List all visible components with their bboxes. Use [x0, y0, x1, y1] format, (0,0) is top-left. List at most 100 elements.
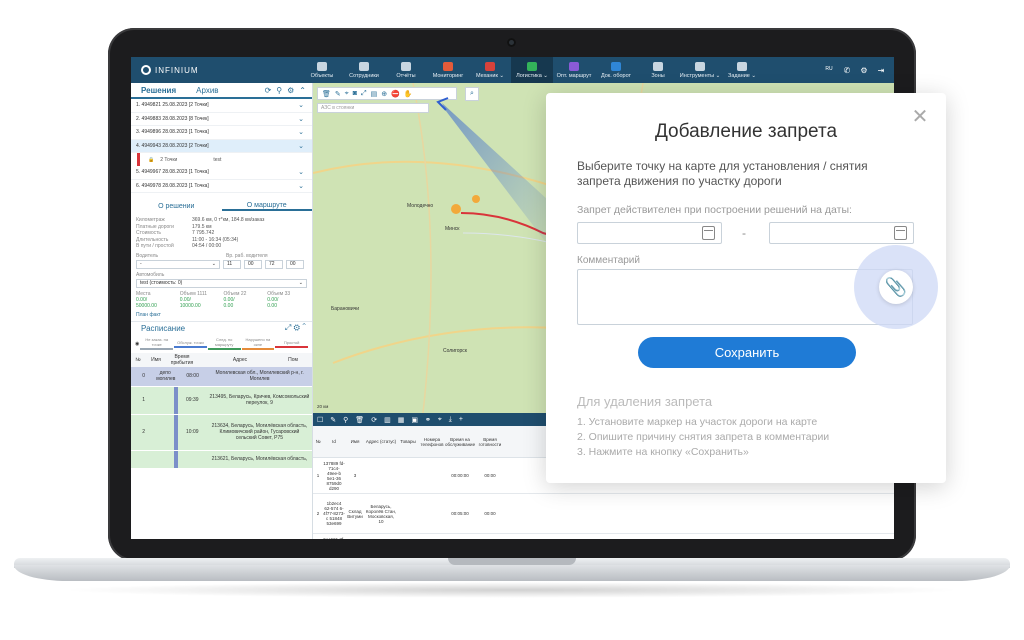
route-list-item[interactable]: 5. 4949967 28.08.2023 [1 Точка] ⌄ [131, 166, 312, 180]
subtab-solution[interactable]: О решении [131, 203, 222, 210]
route-list-item[interactable]: 3. 4949896 28.08.2023 [1 Точка] ⌄ [131, 126, 312, 140]
map-marker[interactable] [472, 195, 480, 203]
chevron-down-icon[interactable]: ⌄ [298, 168, 304, 176]
gear-icon[interactable]: ⚙ [287, 86, 294, 95]
logout-icon[interactable]: ⇥ [876, 66, 886, 75]
eye-icon[interactable]: ◉ [135, 341, 139, 347]
link-icon[interactable]: ⚭ [425, 416, 431, 424]
map-layer-select[interactable]: АЗС в стоянки [317, 103, 429, 113]
driver-select[interactable]: - ⌄ [136, 259, 220, 269]
table-row[interactable]: 0 депо могилев 08:00 Могилевская обл., Моги… [131, 366, 312, 387]
calendar-icon[interactable] [894, 226, 907, 240]
refresh-icon[interactable]: ⟳ [371, 416, 377, 424]
attach-file-button[interactable]: 📎 [879, 270, 913, 304]
work-minutes-start[interactable]: 00 [244, 259, 262, 269]
grid-header-cell[interactable]: Время на обслуживание [445, 437, 475, 447]
tab-archive[interactable]: Архив [186, 86, 228, 95]
nav-item[interactable]: Механик ⌄ [469, 57, 511, 83]
route-list-item[interactable]: 1. 4949821 25.08.2023 [2 Точки] ⌄ [131, 99, 312, 113]
map-icon[interactable]: ▤ [371, 90, 378, 98]
route-list-item[interactable]: 4. 4949943 28.08.2023 [2 Точки] ⌄ [131, 139, 312, 153]
grid-row[interactable]: 35ec601 7f-320 5-45a5-ae82-7 c9d4db 20c7… [313, 534, 894, 540]
nav-item[interactable]: Объекты [301, 57, 343, 83]
chevron-up-icon[interactable]: ⌃ [302, 323, 306, 332]
grid-header-cell[interactable]: Id [323, 439, 345, 444]
road-ban-icon[interactable]: ⛔ [391, 90, 400, 98]
work-hours-end[interactable]: 72 [265, 259, 283, 269]
nav-item[interactable]: Задание ⌄ [721, 57, 763, 83]
chevron-down-icon[interactable]: ⌄ [298, 115, 304, 123]
close-icon[interactable]: ✕ [910, 107, 930, 127]
save-button[interactable]: Сохранить [638, 337, 856, 368]
nav-item[interactable]: Сотрудники [343, 57, 385, 83]
table-header-cell[interactable]: Адрес [197, 357, 283, 363]
chevron-down-icon[interactable]: ⌄ [298, 182, 304, 190]
grid-header-cell[interactable]: Время готовности [475, 437, 505, 447]
download-icon[interactable]: ⤓ [449, 416, 452, 424]
filter-icon[interactable]: ⚲ [276, 86, 282, 95]
table-row[interactable]: 2 10:09 213634, Беларусь, Могилёвская обла… [131, 414, 312, 451]
language-switch[interactable]: RU [823, 66, 835, 75]
fullscreen-icon[interactable]: ⤢ [361, 90, 367, 98]
pin-icon[interactable]: ⌖ [438, 416, 442, 424]
ruler-icon[interactable]: ✎ [335, 90, 341, 98]
legend-chip[interactable]: Обслуж. точки [174, 340, 207, 348]
legend-chip[interactable]: След. по маршруту [207, 337, 241, 350]
app-logo[interactable]: INFINIUM [141, 65, 301, 75]
route-sub-item[interactable]: 🔒 2 Точки test [137, 153, 312, 166]
trash-icon[interactable]: 🗑 [355, 416, 364, 424]
nav-item[interactable]: Опт. маршрут [553, 57, 595, 83]
table-row[interactable]: 213621, Беларусь, Могилёвская область, [131, 450, 312, 469]
search-icon[interactable]: ⌕ [465, 87, 479, 101]
chevron-down-icon[interactable]: ⌄ [298, 101, 304, 109]
chevron-down-icon[interactable]: ⌄ [298, 142, 304, 150]
table-header-cell[interactable]: Пом [283, 357, 303, 363]
date-to-input[interactable] [769, 222, 914, 244]
chevron-down-icon[interactable]: ⌄ [298, 128, 304, 136]
table-icon[interactable]: ▦ [398, 416, 405, 424]
chevron-up-icon[interactable]: ⌃ [299, 86, 306, 95]
legend-chip[interactable]: Нарушено на окне [241, 337, 275, 350]
route-list-item[interactable]: 6. 4949978 28.08.2023 [1 Точка] ⌄ [131, 180, 312, 193]
nav-item[interactable]: Мониторинг [427, 57, 469, 83]
filter-icon[interactable]: ⚲ [343, 416, 348, 424]
nav-item[interactable]: Логистика ⌄ [511, 57, 553, 83]
trash-icon[interactable]: 🗑 [322, 90, 331, 98]
grid-header-cell[interactable]: Имя [345, 439, 365, 444]
date-from-input[interactable] [577, 222, 722, 244]
expand-icon[interactable]: ⤢ [285, 323, 291, 332]
calendar-icon[interactable] [702, 226, 715, 240]
pin-icon[interactable]: ⌖ [345, 90, 349, 98]
settings-icon[interactable]: ⚙ [859, 66, 869, 75]
map-marker[interactable] [451, 204, 461, 214]
grid-header-cell[interactable]: Товары [397, 439, 419, 444]
nav-item[interactable]: Док. оборот [595, 57, 637, 83]
subtab-route[interactable]: О маршруте [221, 202, 312, 211]
camera-icon[interactable]: ◙ [353, 90, 357, 97]
target-icon[interactable]: ⊕ [381, 90, 387, 98]
table-header-cell[interactable]: № [131, 357, 145, 363]
edit-icon[interactable]: ✎ [330, 416, 336, 424]
vehicle-select[interactable]: test (стоимость: 0) ⌄ [136, 278, 307, 288]
grid-header-cell[interactable]: Номера телефонов [419, 437, 445, 447]
add-icon[interactable]: + [459, 416, 463, 423]
work-hours-start[interactable]: 11 [223, 259, 241, 269]
nav-item[interactable]: Отчёты [385, 57, 427, 83]
grid-header-cell[interactable]: Адрес (статус) [365, 439, 397, 444]
work-minutes-end[interactable]: 00 [286, 259, 304, 269]
refresh-icon[interactable]: ⟳ [265, 86, 272, 95]
phone-icon[interactable]: ✆ [842, 66, 852, 75]
legend-chip[interactable]: Не заказ. на точке [140, 337, 174, 350]
grid-row[interactable]: 2 1b2ec4 62-574 6-4f77-8273-c 51848 53e69… [313, 494, 894, 534]
checkbox-icon[interactable]: ☐ [317, 416, 323, 424]
table-row[interactable]: 1 09:39 213495, Беларусь, Кричев, Комсомол… [131, 386, 312, 415]
columns-icon[interactable]: ▥ [384, 416, 391, 424]
route-list-item[interactable]: 2. 4949883 28.08.2023 [8 Точек] ⌄ [131, 113, 312, 126]
nav-item[interactable]: Зоны [637, 57, 679, 83]
table-header-cell[interactable]: Имя [145, 357, 167, 363]
hand-icon[interactable]: ✋ [404, 90, 413, 98]
nav-item[interactable]: Инструменты ⌄ [679, 57, 721, 83]
plan-fact-link[interactable]: План факт [131, 309, 312, 321]
box-icon[interactable]: ▣ [411, 416, 418, 424]
legend-chip[interactable]: Простой [275, 340, 308, 348]
